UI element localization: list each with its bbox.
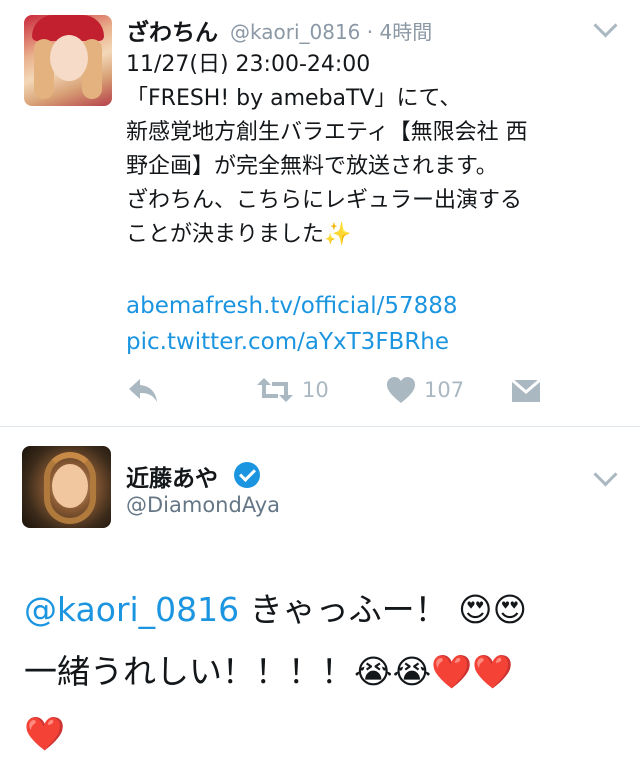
author-name[interactable]: 近藤あや xyxy=(126,459,218,493)
verified-badge-icon xyxy=(234,462,260,488)
avatar-face xyxy=(52,464,88,508)
tweet-text-line: 11/27(日) 23:00-24:00 xyxy=(126,52,371,77)
like-button[interactable]: 107 xyxy=(386,372,464,408)
tweet-text: 11/27(日) 23:00-24:00 「FRESH! by amebaTV」… xyxy=(126,48,528,252)
heart-eyes-emoji-icon: 😍 xyxy=(492,590,527,629)
tweet-text: @kaori_0816 きゃっふー！ 😍😍 一緒うれしい！！！！😭😭❤️❤️ ❤… xyxy=(24,579,527,765)
tweet-text-segment: きゃっふー！ xyxy=(239,590,448,629)
red-heart-emoji-icon: ❤️ xyxy=(24,714,66,753)
tweet-actions: 10 107 xyxy=(126,372,586,408)
tweet-text-line: 新感覚地方創生バラエティ【無限会社 西 xyxy=(126,120,528,145)
tweet-text-segment: 一緒うれしい！！！！ xyxy=(24,652,354,691)
tweet-text-line: 「FRESH! by amebaTV」にて、 xyxy=(126,86,462,111)
tweet-1[interactable]: ざわちん @kaori_0816 · 4時間 11/27(日) 23:00-24… xyxy=(0,0,640,426)
tweet-text-line: ざわちん、こちらにレギュラー出演する xyxy=(126,188,523,213)
red-heart-emoji-icon: ❤️ xyxy=(472,652,514,691)
heart-icon xyxy=(387,377,415,403)
tweet-text-line: 一緒うれしい！！！！😭😭❤️❤️ xyxy=(24,641,527,703)
tweet-text-line: ことが決まりました✨ xyxy=(126,222,352,247)
chevron-down-icon[interactable] xyxy=(593,13,618,38)
retweet-count: 10 xyxy=(302,378,329,402)
crying-emoji-icon: 😭 xyxy=(354,652,393,691)
tweet-links: abemafresh.tv/official/57888 pic.twitter… xyxy=(126,288,458,360)
red-heart-emoji-icon: ❤️ xyxy=(431,652,473,691)
author-name[interactable]: ざわちん xyxy=(126,13,218,47)
tweet-text-line: 野企画】が完全無料で放送されます。 xyxy=(126,154,498,179)
reply-button[interactable] xyxy=(126,372,160,408)
heart-eyes-emoji-icon: 😍 xyxy=(458,590,493,629)
tweet-text-line: ❤️ xyxy=(24,703,527,765)
like-count: 107 xyxy=(424,378,465,402)
chevron-down-icon[interactable] xyxy=(593,462,618,487)
link-pic-twitter[interactable]: pic.twitter.com/aYxT3FBRhe xyxy=(126,324,458,360)
retweet-icon xyxy=(257,378,293,402)
direct-message-icon xyxy=(511,378,541,402)
tweet-2[interactable]: 近藤あや @DiamondAya @kaori_0816 きゃっふー！ 😍😍 一… xyxy=(0,427,640,781)
author-handle[interactable]: @DiamondAya xyxy=(126,493,280,517)
reply-icon xyxy=(129,379,157,402)
avatar-face xyxy=(50,35,88,81)
link-abemafresh[interactable]: abemafresh.tv/official/57888 xyxy=(126,288,458,324)
author-handle-time: @kaori_0816 · 4時間 xyxy=(230,20,433,44)
mention-link[interactable]: @kaori_0816 xyxy=(24,590,239,629)
avatar-diamondaya[interactable] xyxy=(22,446,111,528)
retweet-button[interactable]: 10 xyxy=(256,372,329,408)
direct-message-button[interactable] xyxy=(510,372,542,408)
avatar-zawachin[interactable] xyxy=(24,15,112,106)
tweet-text-line: @kaori_0816 きゃっふー！ 😍😍 xyxy=(24,579,527,641)
crying-emoji-icon: 😭 xyxy=(392,652,432,691)
